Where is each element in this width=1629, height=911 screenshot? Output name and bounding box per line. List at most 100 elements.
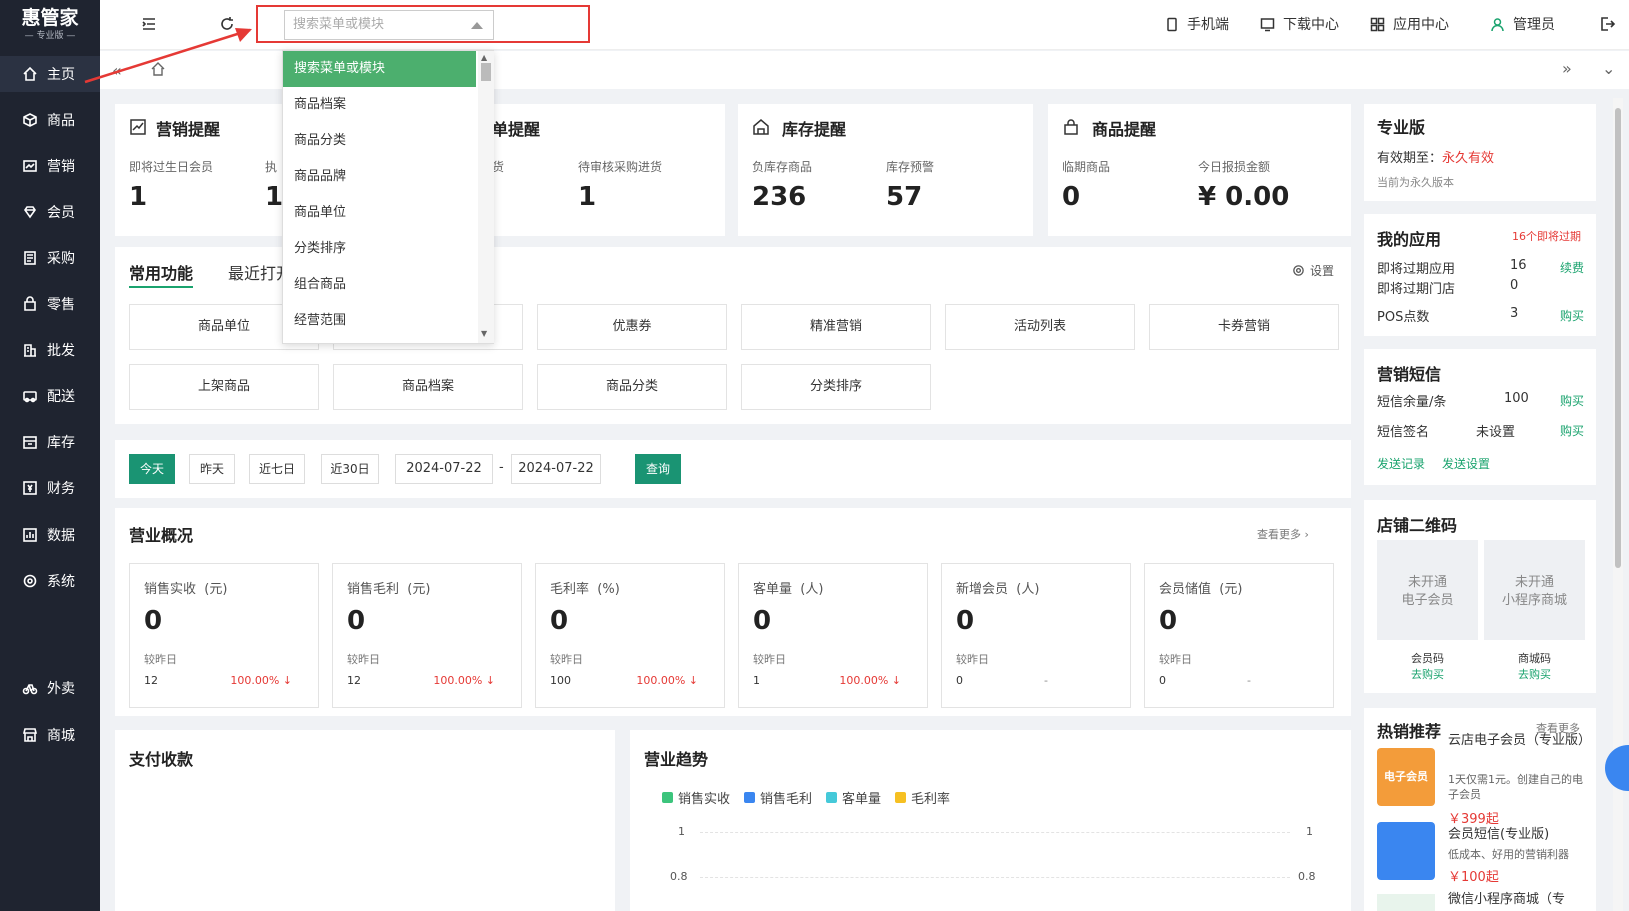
overview-title: 营业概况 [129, 526, 194, 545]
user-name: 管理员 [1513, 17, 1555, 33]
sidebar-item-label: 外卖 [47, 681, 75, 697]
reminder-value[interactable]: ¥ 0.00 [1198, 182, 1289, 212]
sidebar-item-wholesale[interactable]: 批发 [0, 332, 100, 368]
function-button[interactable]: 活动列表 [945, 304, 1135, 350]
query-button[interactable]: 查询 [635, 454, 681, 484]
reminder-value[interactable]: 57 [886, 182, 922, 212]
scroll-up-icon[interactable]: ▲ [481, 53, 487, 62]
stat-compare-label: 较昨日 [956, 653, 989, 666]
member-qr-placeholder: 未开通 电子会员 [1377, 540, 1478, 640]
sidebar-item-retail[interactable]: 零售 [0, 286, 100, 322]
date-separator: - [499, 460, 504, 475]
buy-link[interactable]: 购买 [1560, 307, 1584, 324]
tab-common-functions[interactable]: 常用功能 [129, 260, 193, 284]
reminder-value[interactable]: 1 [265, 182, 283, 212]
reminder-label: 待审核采购进货 [578, 160, 663, 174]
sidebar: 惠管家 — 专业版 — 主页 商品 营销 会员 采购 零售 批发 配送 库存 财… [0, 0, 100, 911]
function-button[interactable]: 商品分类 [537, 364, 727, 410]
start-date-input[interactable]: 2024-07-22 [395, 454, 493, 484]
download-center-label: 下载中心 [1283, 17, 1339, 33]
last-30-days-button[interactable]: 近30日 [321, 454, 379, 484]
menu-search-input[interactable]: 搜索菜单或模块 [284, 10, 494, 40]
sidebar-item-finance[interactable]: 财务 [0, 470, 100, 506]
legend-item[interactable]: 销售毛利 [744, 788, 812, 807]
product-desc: 1天仅需1元。创建自己的电子会员 [1448, 773, 1583, 801]
renew-link[interactable]: 续费 [1560, 259, 1584, 276]
function-button[interactable]: 上架商品 [129, 364, 319, 410]
legend-item[interactable]: 客单量 [826, 788, 881, 807]
reminder-label: 今日报损金额 [1198, 160, 1271, 174]
dropdown-item[interactable]: 组合商品 [283, 267, 476, 303]
legend-item[interactable]: 毛利率 [895, 788, 950, 807]
sidebar-item-goods[interactable]: 商品 [0, 102, 100, 138]
y-tick-right: 1 [1306, 825, 1313, 838]
dropdown-item[interactable]: 商品单位 [283, 195, 476, 231]
view-more-link[interactable]: 查看更多 › [1257, 526, 1309, 542]
reminder-value[interactable]: 1 [578, 182, 596, 212]
sidebar-item-data[interactable]: 数据 [0, 517, 100, 553]
function-button[interactable]: 商品档案 [333, 364, 523, 410]
yesterday-button[interactable]: 昨天 [189, 454, 235, 484]
mobile-link[interactable]: 手机端 [1164, 14, 1229, 34]
dropdown-item[interactable]: 商品分类 [283, 123, 476, 159]
dropdown-item[interactable]: 商品品牌 [283, 159, 476, 195]
list-icon [24, 251, 36, 265]
assistant-float-button[interactable] [1605, 745, 1629, 791]
buy-member-qr-link[interactable]: 去购买 [1377, 666, 1478, 682]
sidebar-item-inventory[interactable]: 库存 [0, 424, 100, 460]
qr-status: 未开通 [1407, 575, 1447, 590]
function-button[interactable]: 精准营销 [741, 304, 931, 350]
stat-value: 0 [144, 606, 163, 636]
sidebar-item-member[interactable]: 会员 [0, 194, 100, 230]
scroll-thumb[interactable] [481, 63, 491, 81]
sidebar-item-takeout[interactable]: 外卖 [0, 670, 100, 706]
dropdown-scrollbar[interactable]: ▲ ▼ [478, 51, 494, 343]
product-name[interactable]: 云店电子会员（专业版） [1448, 732, 1591, 750]
sidebar-item-delivery[interactable]: 配送 [0, 378, 100, 414]
sidebar-item-system[interactable]: 系统 [0, 563, 100, 599]
product-name[interactable]: 会员短信(专业版) [1448, 823, 1588, 842]
product-name[interactable]: 微信小程序商城（专 [1448, 888, 1588, 907]
function-button[interactable]: 分类排序 [741, 364, 931, 410]
today-button[interactable]: 今天 [129, 454, 175, 484]
function-button[interactable]: 优惠券 [537, 304, 727, 350]
user-menu[interactable]: 管理员 [1490, 14, 1555, 34]
legend-item[interactable]: 销售实收 [662, 788, 730, 807]
function-button[interactable]: 卡券营销 [1149, 304, 1339, 350]
buy-link[interactable]: 购买 [1560, 422, 1584, 439]
sms-row-value: 未设置 [1476, 425, 1516, 440]
sidebar-item-mall[interactable]: 商城 [0, 717, 100, 753]
reminder-value[interactable]: 236 [752, 182, 806, 212]
reminder-value[interactable]: 1 [129, 182, 147, 212]
sidebar-item-purchase[interactable]: 采购 [0, 240, 100, 276]
sms-row-value: 100 [1504, 391, 1529, 406]
product-thumb[interactable] [1377, 894, 1435, 911]
stat-value: 0 [753, 606, 772, 636]
product-thumb[interactable] [1377, 822, 1435, 880]
send-records-link[interactable]: 发送记录 [1377, 455, 1425, 472]
sidebar-item-marketing[interactable]: 营销 [0, 148, 100, 184]
product-thumb[interactable]: 电子会员 [1377, 748, 1435, 806]
mall-qr-placeholder: 未开通 小程序商城 [1484, 540, 1585, 640]
settings-button[interactable]: 设置 [1292, 262, 1334, 279]
logout-button[interactable] [1598, 15, 1618, 35]
tab-options-icon[interactable]: ⌄ [1602, 59, 1615, 78]
download-center-link[interactable]: 下载中心 [1260, 14, 1339, 34]
dropdown-item[interactable]: 经营范围 [283, 303, 476, 339]
last-7-days-button[interactable]: 近七日 [249, 454, 305, 484]
dropdown-item[interactable]: 商品档案 [283, 87, 476, 123]
buy-link[interactable]: 购买 [1560, 392, 1584, 409]
mobile-icon [1167, 17, 1177, 31]
scroll-down-icon[interactable]: ▼ [481, 329, 487, 338]
app-center-link[interactable]: 应用中心 [1370, 14, 1449, 34]
buy-mall-qr-link[interactable]: 去购买 [1484, 666, 1585, 682]
send-settings-link[interactable]: 发送设置 [1442, 455, 1490, 472]
page-scroll-thumb[interactable] [1615, 108, 1621, 568]
dropdown-item[interactable]: 分类排序 [283, 231, 476, 267]
qr-label: 商城码 [1518, 652, 1551, 665]
end-date-input[interactable]: 2024-07-22 [511, 454, 601, 484]
scroll-right-icon[interactable]: » [1562, 59, 1572, 78]
dropdown-item[interactable]: 搜索菜单或模块 [283, 51, 476, 87]
reminder-value[interactable]: 0 [1062, 182, 1080, 212]
stat-compare-label: 较昨日 [1159, 653, 1192, 666]
